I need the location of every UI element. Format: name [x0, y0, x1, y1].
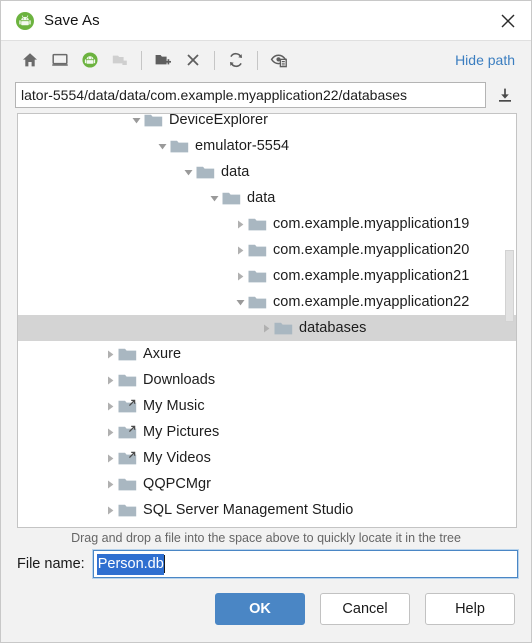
tree-row[interactable]: com.example.myapplication20: [18, 237, 516, 263]
folder-icon: [118, 347, 137, 362]
drag-drop-hint: Drag and drop a file into the space abov…: [71, 531, 461, 545]
hide-path-link[interactable]: Hide path: [455, 52, 517, 68]
path-row: [1, 79, 531, 110]
folder-icon: [118, 373, 137, 388]
chevron-right-icon[interactable]: [232, 237, 248, 263]
tree-row-label: com.example.myapplication22: [273, 294, 470, 310]
tree-row[interactable]: My Videos: [18, 445, 516, 471]
toolbar-separator: [141, 50, 142, 70]
folder-icon: [248, 243, 267, 258]
chevron-right-icon[interactable]: [102, 341, 118, 367]
window-title: Save As: [44, 12, 100, 29]
tree-row-label: DeviceExplorer: [169, 113, 269, 128]
tree-row[interactable]: My Pictures: [18, 419, 516, 445]
filename-value: Person.db: [96, 553, 164, 575]
chevron-right-icon[interactable]: [102, 445, 118, 471]
folder-icon: [144, 114, 163, 128]
chevron-right-icon[interactable]: [102, 367, 118, 393]
tree-row-label: My Videos: [143, 450, 211, 466]
chevron-down-icon[interactable]: [180, 159, 196, 185]
tree-row[interactable]: DeviceExplorer: [18, 113, 516, 133]
chevron-right-icon[interactable]: [232, 263, 248, 289]
chevron-down-icon[interactable]: [206, 185, 222, 211]
tree-row[interactable]: emulator-5554: [18, 133, 516, 159]
tree-row[interactable]: My Music: [18, 393, 516, 419]
folder-icon: [248, 295, 267, 310]
folder-shortcut-icon: [118, 399, 137, 414]
chevron-down-icon[interactable]: [154, 133, 170, 159]
tree-scrollbar-thumb[interactable]: [505, 250, 514, 322]
tree-scrollbar[interactable]: [504, 115, 515, 526]
ok-button[interactable]: OK: [215, 593, 305, 625]
delete-icon[interactable]: [178, 46, 208, 74]
folder-icon: [248, 269, 267, 284]
file-tree: DeviceExplorer emulator-5554 data data com.e…: [18, 113, 516, 523]
text-caret: [163, 555, 165, 573]
chevron-right-icon[interactable]: [102, 419, 118, 445]
tree-row[interactable]: com.example.myapplication22: [18, 289, 516, 315]
filename-input[interactable]: Person.db: [92, 550, 518, 578]
tree-row[interactable]: Axure: [18, 341, 516, 367]
new-folder-icon[interactable]: [148, 46, 178, 74]
tree-row[interactable]: SQL Server Management Studio: [18, 497, 516, 523]
dialog-button-row: OK Cancel Help: [1, 578, 531, 625]
folder-icon: [248, 217, 267, 232]
tree-row[interactable]: databases: [18, 315, 516, 341]
desktop-icon[interactable]: [45, 46, 75, 74]
save-as-dialog: Save As Hide path lator-5554/data/data/c…: [0, 0, 532, 643]
tree-row-label: com.example.myapplication21: [273, 268, 470, 284]
home-icon[interactable]: [15, 46, 45, 74]
tree-row-label: My Music: [143, 398, 205, 414]
show-hidden-files-icon[interactable]: [264, 46, 294, 74]
folder-icon: [222, 191, 241, 206]
tree-row-label: My Pictures: [143, 424, 220, 440]
filename-row: File name: Person.db: [1, 545, 531, 578]
chevron-right-icon[interactable]: [232, 211, 248, 237]
tree-row-label: data: [221, 164, 250, 180]
tree-row[interactable]: data: [18, 159, 516, 185]
tree-row[interactable]: com.example.myapplication19: [18, 211, 516, 237]
tree-row[interactable]: Downloads: [18, 367, 516, 393]
folder-shortcut-icon: [118, 451, 137, 466]
folder-icon: [118, 503, 137, 518]
tree-row[interactable]: QQPCMgr: [18, 471, 516, 497]
chevron-right-icon[interactable]: [258, 315, 274, 341]
toolbar: Hide path: [1, 41, 531, 79]
tree-row-label: Axure: [143, 346, 182, 362]
tree-row-label: data: [247, 190, 276, 206]
folder-icon: [118, 477, 137, 492]
help-button[interactable]: Help: [425, 593, 515, 625]
toolbar-separator: [214, 50, 215, 70]
download-icon[interactable]: [492, 82, 518, 108]
tree-row-label: SQL Server Management Studio: [143, 502, 354, 518]
tree-row[interactable]: data: [18, 185, 516, 211]
filename-label: File name:: [17, 556, 85, 572]
close-icon[interactable]: [495, 8, 521, 34]
cancel-button[interactable]: Cancel: [320, 593, 410, 625]
toolbar-separator: [257, 50, 258, 70]
file-tree-panel[interactable]: DeviceExplorer emulator-5554 data data com.e…: [17, 113, 517, 528]
tree-row-label: Downloads: [143, 372, 216, 388]
tree-row-label: QQPCMgr: [143, 476, 212, 492]
path-input[interactable]: [15, 81, 486, 108]
tree-row-label: com.example.myapplication19: [273, 216, 470, 232]
chevron-right-icon[interactable]: [102, 497, 118, 523]
chevron-right-icon[interactable]: [102, 471, 118, 497]
tree-row[interactable]: com.example.myapplication21: [18, 263, 516, 289]
chevron-down-icon[interactable]: [232, 289, 248, 315]
tree-row-label: databases: [299, 320, 367, 336]
android-studio-icon: [15, 11, 35, 31]
folder-shortcut-icon: [118, 425, 137, 440]
chevron-down-icon[interactable]: [128, 114, 144, 133]
refresh-icon[interactable]: [221, 46, 251, 74]
project-folder-icon: [105, 46, 135, 74]
folder-icon: [170, 139, 189, 154]
title-bar: Save As: [1, 1, 531, 41]
tree-row-label: com.example.myapplication20: [273, 242, 470, 258]
android-device-icon[interactable]: [75, 46, 105, 74]
tree-row-label: emulator-5554: [195, 138, 290, 154]
folder-icon: [274, 321, 293, 336]
chevron-right-icon[interactable]: [102, 393, 118, 419]
folder-icon: [196, 165, 215, 180]
